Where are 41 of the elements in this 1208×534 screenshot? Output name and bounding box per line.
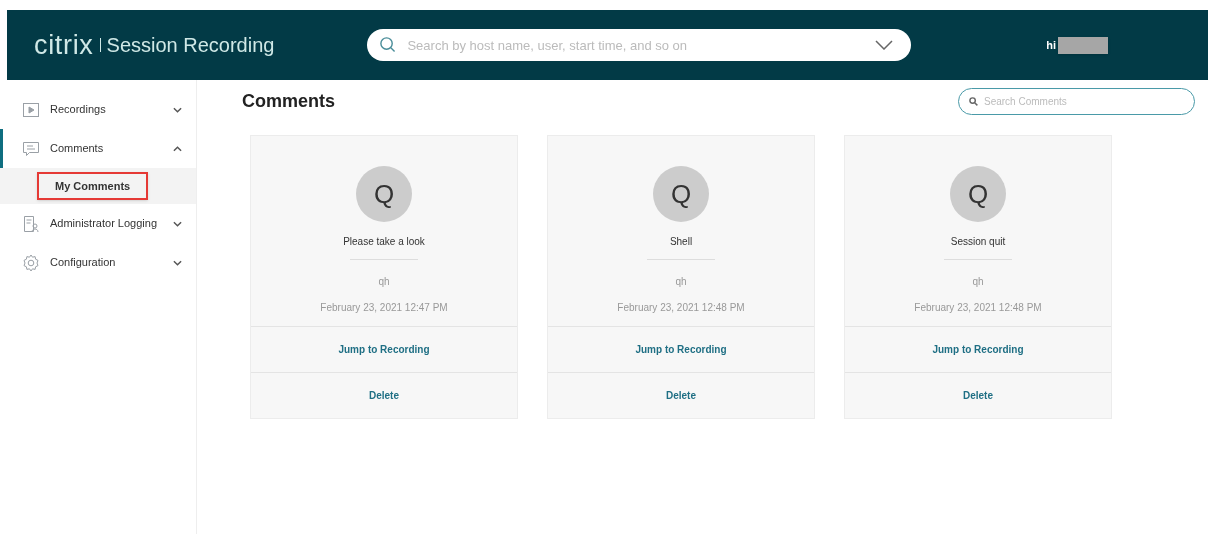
card-action-link[interactable]: Delete [548,372,814,418]
avatar: Q [950,166,1006,222]
settings-icon [22,253,40,272]
comment-text: Please take a look [343,235,425,249]
sidebar-item[interactable]: Recordings [0,90,196,129]
card-action-link[interactable]: Jump to Recording [548,326,814,372]
chevron-icon [173,145,182,152]
play-icon [22,100,40,119]
logo-divider [99,38,101,52]
comment-author: qh [675,275,687,289]
comment-author: qh [378,275,390,289]
global-search-field[interactable]: Search by host name, user, start time, and so on [367,29,912,61]
comment-date: February 23, 2021 12:47 PM [320,301,448,315]
comment-text: Shell [669,235,693,249]
chevron-icon [173,220,182,227]
greeting-text: hi [1046,37,1056,53]
chevron-icon [173,259,182,266]
sidebar-subitem[interactable]: My Comments [37,171,149,201]
avatar: Q [653,166,709,222]
chevron-down-icon[interactable] [875,40,894,50]
comment-date: February 23, 2021 12:48 PM [617,301,745,315]
comment-author: qh [972,275,984,289]
comment-date: February 23, 2021 12:48 PM [914,301,1042,315]
page-title: Comments [242,90,335,113]
redacted-block [1058,36,1108,54]
document-person-icon [22,214,40,233]
comment-icon [22,139,40,158]
search-icon [969,97,978,106]
logo: citrix [34,28,94,62]
comment-search-field[interactable]: Search Comments [958,88,1195,115]
sidebar-item[interactable]: Administrator Logging [0,204,196,243]
comment-text: Session quit [950,235,1006,249]
search-icon [379,36,397,53]
card-action-link[interactable]: Delete [251,372,517,418]
avatar: Q [356,166,412,222]
card-action-link[interactable]: Jump to Recording [251,326,517,372]
product-title: Session Recording [106,33,275,58]
card-action-link[interactable]: Delete [845,372,1111,418]
sidebar-item[interactable]: Configuration [0,243,196,282]
chevron-icon [173,106,182,113]
card-action-link[interactable]: Jump to Recording [845,326,1111,372]
